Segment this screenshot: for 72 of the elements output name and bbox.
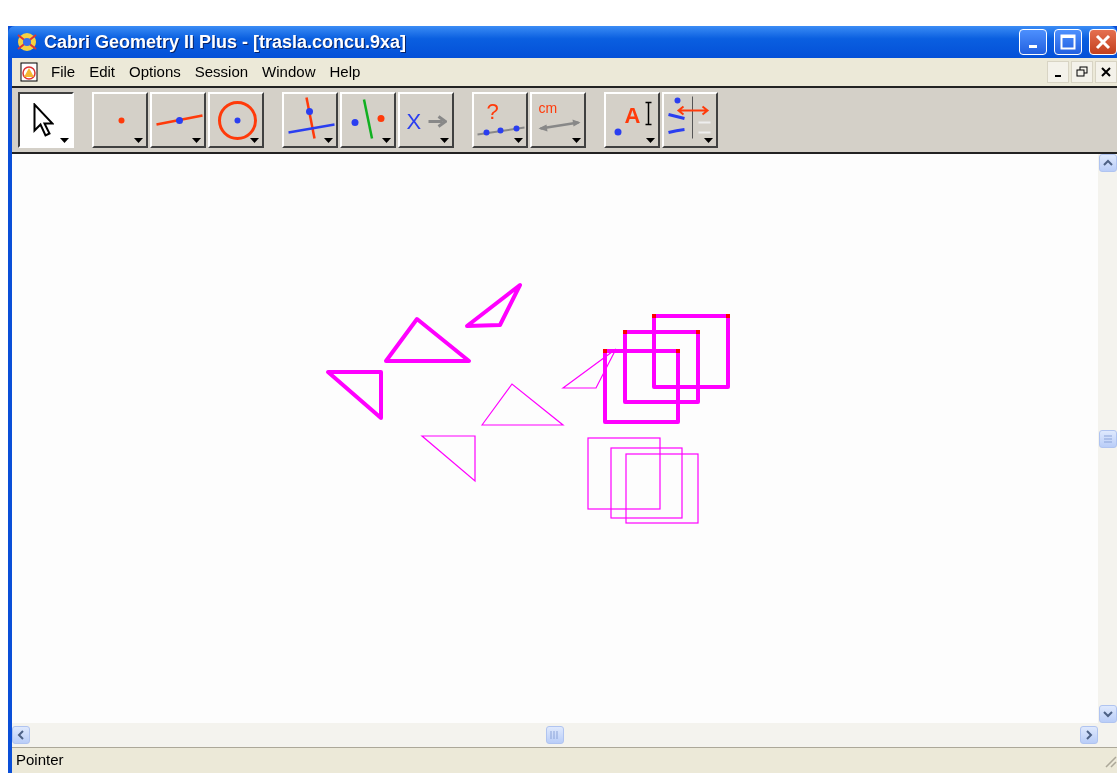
maximize-button[interactable] xyxy=(1054,29,1082,55)
double-arrow-icon xyxy=(536,117,582,133)
symmetry-icon xyxy=(350,97,386,140)
caret-icon xyxy=(572,138,581,143)
document-icon[interactable] xyxy=(18,61,40,83)
resize-grip-icon[interactable] xyxy=(1103,753,1117,768)
mdi-minimize-button[interactable] xyxy=(1047,61,1069,83)
tool-glyph: A xyxy=(622,100,642,129)
line-icon xyxy=(154,113,204,126)
minimize-icon xyxy=(1055,75,1061,77)
scroll-right-button[interactable] xyxy=(1080,726,1098,744)
minimize-button[interactable] xyxy=(1019,29,1047,55)
menu-item[interactable]: File xyxy=(44,58,83,86)
scroll-left-button[interactable] xyxy=(12,726,30,744)
perpendicular-icon xyxy=(286,95,336,140)
menu-item[interactable]: Help xyxy=(322,58,368,86)
chevron-left-icon xyxy=(17,730,25,740)
caret-icon xyxy=(440,138,449,143)
status-text: Pointer xyxy=(16,750,64,771)
caret-icon xyxy=(60,138,69,143)
chevron-up-icon xyxy=(1102,159,1113,167)
grip-icon xyxy=(1102,434,1113,443)
menu-item[interactable]: Session xyxy=(187,58,256,86)
scroll-thumb[interactable] xyxy=(546,726,564,744)
square[interactable] xyxy=(587,437,661,510)
square[interactable] xyxy=(610,447,683,519)
caret-icon xyxy=(134,138,143,143)
triangle[interactable] xyxy=(420,435,476,483)
circle-icon xyxy=(217,100,257,140)
triangle[interactable] xyxy=(561,348,617,389)
point-icon xyxy=(613,127,623,137)
menu-item[interactable]: Edit xyxy=(82,58,123,86)
scroll-down-button[interactable] xyxy=(1098,705,1117,723)
text-cursor-icon xyxy=(643,100,653,126)
tool-button[interactable]: X xyxy=(398,92,454,148)
chevron-right-icon xyxy=(1085,730,1093,740)
tool-glyph: X xyxy=(404,106,423,135)
menu-item[interactable]: Options xyxy=(122,58,188,86)
caret-icon xyxy=(514,138,523,143)
grip-icon xyxy=(550,730,560,740)
dotted-line-icon xyxy=(475,123,526,137)
caret-icon xyxy=(250,138,259,143)
close-icon xyxy=(1100,66,1112,78)
caret-icon xyxy=(382,138,391,143)
caret-icon xyxy=(192,138,201,143)
restore-icon xyxy=(1076,66,1088,78)
chevron-down-icon xyxy=(1102,710,1113,718)
triangle[interactable] xyxy=(326,370,383,420)
tool-glyph: cm xyxy=(536,97,559,117)
menu-item[interactable]: Window xyxy=(255,58,323,86)
tool-button[interactable] xyxy=(18,92,74,148)
pointer-icon xyxy=(32,102,54,137)
triangle[interactable] xyxy=(465,283,522,328)
mdi-restore-button[interactable] xyxy=(1071,61,1093,83)
scroll-thumb[interactable] xyxy=(1098,429,1117,448)
caret-icon xyxy=(704,138,713,143)
square[interactable] xyxy=(625,453,699,524)
triangle[interactable] xyxy=(480,383,565,426)
arrow-icon xyxy=(426,114,447,128)
window-title: Cabri Geometry II Plus - [trasla.concu.9xa] xyxy=(44,30,408,54)
mdi-close-button[interactable] xyxy=(1095,61,1117,83)
maximize-icon xyxy=(1060,34,1076,50)
caret-icon xyxy=(324,138,333,143)
point-icon xyxy=(116,115,126,125)
caret-icon xyxy=(646,138,655,143)
scroll-up-button[interactable] xyxy=(1098,154,1117,172)
close-button[interactable] xyxy=(1089,29,1117,55)
triangle[interactable] xyxy=(384,317,471,363)
minimize-icon xyxy=(1029,44,1037,48)
close-icon xyxy=(1095,34,1111,50)
attributes-icon xyxy=(666,94,712,140)
tool-glyph: ? xyxy=(484,96,500,125)
